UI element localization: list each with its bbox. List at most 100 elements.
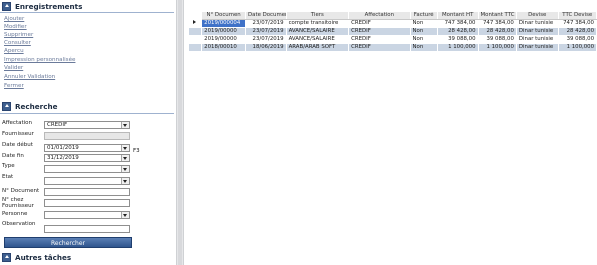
table-cell[interactable]: 18/06/2019 xyxy=(245,43,287,52)
table-cell[interactable]: 747 384,00 xyxy=(557,19,597,28)
label-no-chez-fournisseur: N° chez Fournisseur xyxy=(2,197,34,209)
column-header-montant-ht[interactable]: Montant HT xyxy=(436,11,479,20)
type-select[interactable] xyxy=(44,165,130,173)
table-cell[interactable]: 39 088,00 xyxy=(436,35,479,44)
table-cell[interactable]: 23/07/2019 xyxy=(245,19,287,28)
table-cell[interactable]: Non xyxy=(409,27,438,36)
table-cell[interactable]: Dinar tunisie xyxy=(515,19,559,28)
no-document-input[interactable] xyxy=(44,188,130,196)
table-cell[interactable]: 1 100,000 xyxy=(477,43,517,52)
link-modifier[interactable]: Modifier xyxy=(4,24,27,30)
table-cell[interactable]: 28 428,00 xyxy=(477,27,517,36)
column-header-no-document[interactable]: N° Documen xyxy=(201,11,247,20)
affectation-select[interactable]: CREDIF xyxy=(44,121,130,129)
link-apercu[interactable]: Apercu xyxy=(4,48,24,54)
table-header-row: N° Documen Date Document Tiers Affectati… xyxy=(187,11,597,20)
column-header-facture[interactable]: Facturé xyxy=(409,11,438,20)
table-cell[interactable]: 2019/00000 xyxy=(201,35,247,44)
table-cell[interactable]: 2019/00000 xyxy=(201,27,247,36)
chevron-down-icon[interactable] xyxy=(121,122,129,128)
label-personne: Personne xyxy=(2,211,28,217)
documents-grid: N° Documen Date Document Tiers Affectati… xyxy=(187,11,597,52)
column-header-montant-ttc[interactable]: Montant TTC xyxy=(477,11,517,20)
link-consulter[interactable]: Consulter xyxy=(4,40,31,46)
collapse-arrow-icon[interactable] xyxy=(2,252,11,262)
column-header-affectation[interactable]: Affectation xyxy=(348,11,411,20)
label-etat: Etat xyxy=(2,174,14,180)
splitter-handle[interactable] xyxy=(178,0,182,265)
label-fournisseur: Fournisseur xyxy=(2,131,34,137)
table-cell[interactable]: 39 088,00 xyxy=(477,35,517,44)
affectation-value: CREDIF xyxy=(47,122,68,128)
table-cell[interactable]: Dinar tunisie xyxy=(515,35,559,44)
etat-select[interactable] xyxy=(44,177,130,185)
personne-select[interactable] xyxy=(44,211,130,219)
collapse-arrow-icon[interactable] xyxy=(2,1,11,11)
chevron-down-icon[interactable] xyxy=(121,166,129,172)
label-no-document: N° Document xyxy=(2,188,40,194)
table-cell[interactable]: CREDIF xyxy=(348,19,411,28)
fournisseur-field[interactable] xyxy=(44,132,130,140)
table-cell[interactable]: Non xyxy=(409,35,438,44)
rechercher-button[interactable]: Rechercher xyxy=(4,237,132,248)
table-row[interactable]: 2018/00010 18/06/2019 ARAB/ARAB SOFT CRE… xyxy=(187,43,597,52)
table-cell[interactable]: 28 428,00 xyxy=(557,27,597,36)
column-header-date-document[interactable]: Date Document xyxy=(245,11,287,20)
link-supprimer[interactable]: Supprimer xyxy=(4,32,33,38)
table-row[interactable]: 2019/000004 23/07/2019 compte transitoir… xyxy=(187,19,597,28)
table-cell[interactable]: CREDIF xyxy=(348,27,411,36)
table-cell[interactable]: 23/07/2019 xyxy=(245,27,287,36)
observation-input[interactable] xyxy=(44,225,130,233)
table-cell[interactable]: 28 428,00 xyxy=(436,27,479,36)
column-header-tiers[interactable]: Tiers xyxy=(285,11,350,20)
table-cell[interactable]: 39 088,00 xyxy=(557,35,597,44)
column-header-devise[interactable]: Devise xyxy=(515,11,559,20)
link-valider[interactable]: Valider xyxy=(4,65,23,71)
table-row[interactable]: 2019/00000 23/07/2019 AVANCE/SALAIRE CRE… xyxy=(187,35,597,44)
section-autres-taches-header[interactable]: Autres tâches xyxy=(0,251,71,263)
link-annuler-validation[interactable]: Annuler Validation xyxy=(4,74,55,80)
table-cell[interactable]: Dinar tunisie xyxy=(515,27,559,36)
column-header-ttc-devise[interactable]: TTC Devise xyxy=(557,11,597,20)
date-fin-field[interactable]: 31/12/2019 xyxy=(44,154,130,162)
date-debut-field[interactable]: 01/01/2019 xyxy=(44,144,130,152)
table-cell[interactable]: CREDIF xyxy=(348,43,411,52)
table-cell[interactable]: AVANCE/SALAIRE xyxy=(285,27,350,36)
table-cell[interactable]: Non xyxy=(409,19,438,28)
table-cell[interactable]: AVANCE/SALAIRE xyxy=(285,35,350,44)
row-marker xyxy=(187,27,203,36)
link-fermer[interactable]: Fermer xyxy=(4,83,24,89)
table-cell[interactable]: Dinar tunisie xyxy=(515,43,559,52)
no-chez-fournisseur-input[interactable] xyxy=(44,199,130,207)
chevron-down-icon[interactable] xyxy=(121,155,129,161)
table-row[interactable]: 2019/00000 23/07/2019 AVANCE/SALAIRE CRE… xyxy=(187,27,597,36)
table-cell[interactable]: ARAB/ARAB SOFT xyxy=(285,43,350,52)
table-cell[interactable]: CREDIF xyxy=(348,35,411,44)
table-cell[interactable]: compte transitoire xyxy=(285,19,350,28)
table-cell[interactable]: Non xyxy=(409,43,438,52)
table-cell[interactable]: 2019/000004 xyxy=(201,19,247,28)
section-divider xyxy=(0,12,174,13)
chevron-down-icon[interactable] xyxy=(121,212,129,218)
f3-hint: F3 xyxy=(133,148,140,154)
table-cell[interactable]: 747 384,00 xyxy=(477,19,517,28)
label-date-debut: Date début xyxy=(2,142,33,148)
table-cell[interactable]: 2018/00010 xyxy=(201,43,247,52)
panel-splitter[interactable] xyxy=(176,0,184,265)
section-title: Recherche xyxy=(15,101,58,111)
chevron-down-icon[interactable] xyxy=(121,178,129,184)
collapse-arrow-icon[interactable] xyxy=(2,101,11,111)
section-enregistrements-header[interactable]: Enregistrements xyxy=(0,0,82,12)
table-cell[interactable]: 1 100,000 xyxy=(436,43,479,52)
table-cell[interactable]: 747 384,00 xyxy=(436,19,479,28)
date-fin-value: 31/12/2019 xyxy=(47,155,79,161)
table-cell[interactable]: 1 100,000 xyxy=(557,43,597,52)
row-marker xyxy=(187,43,203,52)
link-impression-personnalisee[interactable]: Impression personnalisée xyxy=(4,57,75,63)
label-date-fin: Date fin xyxy=(2,153,24,159)
chevron-down-icon[interactable] xyxy=(121,145,129,151)
link-ajouter[interactable]: Ajouter xyxy=(4,16,24,22)
section-recherche-header[interactable]: Recherche xyxy=(0,100,57,112)
table-cell[interactable]: 23/07/2019 xyxy=(245,35,287,44)
current-row-marker xyxy=(187,19,203,28)
